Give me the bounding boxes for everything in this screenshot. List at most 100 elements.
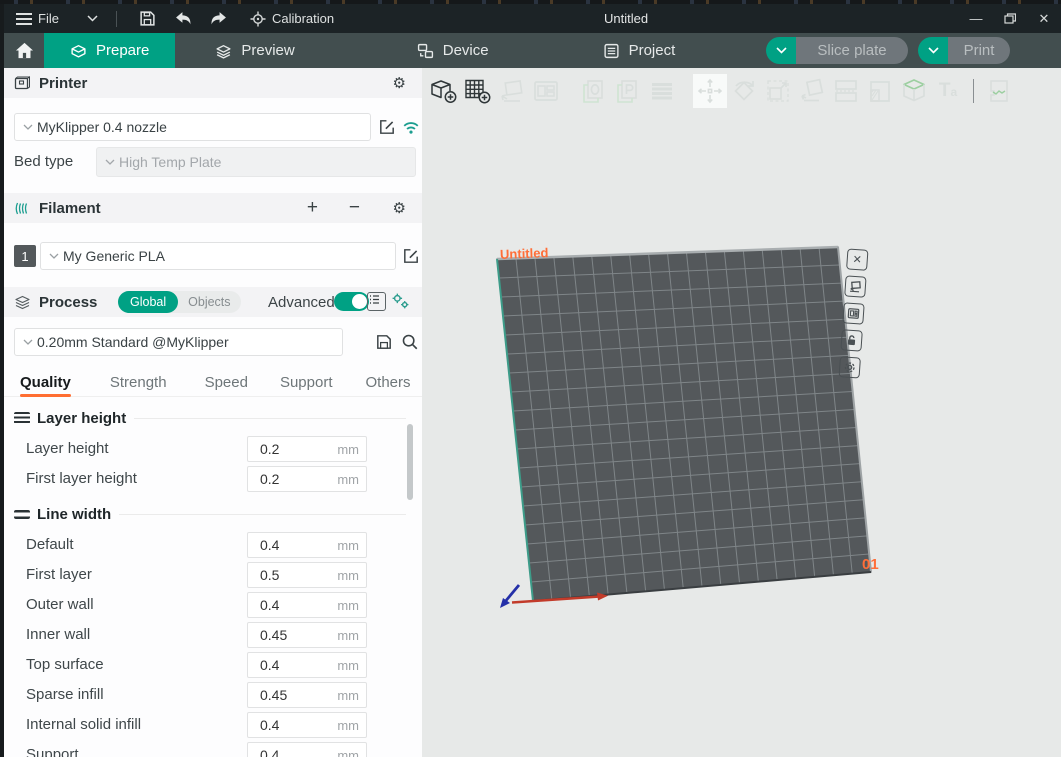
param-input[interactable] <box>248 653 333 677</box>
filament-gear-icon[interactable]: ⚙ <box>393 201 406 216</box>
advanced-toggle[interactable] <box>334 292 369 311</box>
redo-icon <box>210 11 227 26</box>
param-input[interactable] <box>248 683 333 707</box>
tab-project[interactable]: Project <box>577 33 702 68</box>
tab-preview[interactable]: Preview <box>189 33 320 68</box>
build-plate[interactable] <box>422 68 1061 757</box>
param-row: Outer wall mm <box>4 590 422 620</box>
slice-plate-label: Slice plate <box>796 37 908 64</box>
tab-speed[interactable]: Speed <box>205 368 248 397</box>
home-button[interactable] <box>4 33 44 68</box>
tab-project-label: Project <box>629 42 676 59</box>
maximize-button[interactable] <box>993 4 1027 33</box>
param-value-box: mm <box>247 436 367 462</box>
param-value-box: mm <box>247 562 367 588</box>
undo-button[interactable] <box>171 6 197 32</box>
hamburger-icon <box>16 13 32 25</box>
process-preset-combo[interactable]: 0.20mm Standard @MyKlipper <box>14 328 343 356</box>
calibration-label: Calibration <box>272 11 334 26</box>
chevron-down-icon <box>105 159 115 165</box>
bed-type-combo[interactable]: High Temp Plate <box>96 147 416 177</box>
minimize-button[interactable]: — <box>959 4 993 33</box>
process-icon <box>14 294 31 311</box>
param-groups: Layer height Layer height mm First layer… <box>4 398 422 757</box>
param-group-header: Line width <box>14 500 406 528</box>
filament-preset-combo[interactable]: My Generic PLA <box>40 242 396 270</box>
param-input[interactable] <box>248 467 333 491</box>
filament-preset-value: My Generic PLA <box>63 248 165 264</box>
param-label: Internal solid infill <box>26 716 141 733</box>
list-glyph <box>368 293 381 306</box>
tab-device-label: Device <box>443 42 489 59</box>
lock-icon <box>845 333 859 347</box>
arrange-plate-button[interactable] <box>844 275 866 297</box>
process-scope-toggle[interactable]: Global Objects <box>118 291 241 313</box>
tab-strength[interactable]: Strength <box>110 368 167 397</box>
param-input[interactable] <box>248 533 333 557</box>
calibration-button[interactable]: Calibration <box>242 4 342 33</box>
printer-preset-combo[interactable]: MyKlipper 0.4 nozzle <box>14 113 371 141</box>
printer-gear-icon[interactable]: ⚙ <box>393 76 406 91</box>
tab-device[interactable]: Device <box>391 33 515 68</box>
param-label: First layer <box>26 566 92 583</box>
param-row: Sparse infill mm <box>4 680 422 710</box>
param-input[interactable] <box>248 743 333 757</box>
sidebar-scrollbar[interactable] <box>407 424 413 500</box>
slice-dropdown-arrow[interactable] <box>766 37 796 64</box>
add-filament-button[interactable]: + <box>307 197 318 219</box>
viewport-3d[interactable]: Ta Untitled 01 <box>422 68 1061 757</box>
settings-gears-icon[interactable] <box>391 292 410 311</box>
param-input[interactable] <box>248 593 333 617</box>
prepare-icon <box>70 43 87 59</box>
plate-settings-button[interactable] <box>842 302 864 324</box>
file-menu[interactable]: File <box>8 4 106 33</box>
sidebar: Printer ⚙ MyKlipper 0.4 nozzle Bed type … <box>4 68 422 757</box>
titlebar: File Calibration Untitled — ✕ <box>4 4 1061 33</box>
filament-icon <box>14 200 31 217</box>
scope-global[interactable]: Global <box>118 291 178 313</box>
print-dropdown-arrow[interactable] <box>918 37 948 64</box>
print-button[interactable]: Print <box>918 37 1010 64</box>
param-input[interactable] <box>248 437 333 461</box>
parameter-table-icon[interactable] <box>367 292 386 311</box>
device-icon <box>417 43 434 59</box>
toggle-knob <box>352 294 367 309</box>
plate-settings-icon <box>847 307 861 321</box>
save-preset-icon[interactable] <box>375 333 393 351</box>
chevron-down-icon <box>928 47 939 54</box>
param-group-icon <box>14 412 30 424</box>
chevron-down-icon <box>776 47 787 54</box>
tab-quality[interactable]: Quality <box>20 368 71 397</box>
plate-gear-button[interactable] <box>839 356 861 378</box>
param-row: Top surface mm <box>4 650 422 680</box>
lock-plate-button[interactable] <box>840 329 862 351</box>
param-unit: mm <box>337 628 359 643</box>
remove-filament-button[interactable]: − <box>349 197 360 219</box>
param-input[interactable] <box>248 623 333 647</box>
param-row: Inner wall mm <box>4 620 422 650</box>
edit-printer-icon[interactable] <box>378 118 396 136</box>
tab-support[interactable]: Support <box>280 368 333 397</box>
edit-filament-icon[interactable] <box>402 247 420 265</box>
param-input[interactable] <box>248 713 333 737</box>
delete-plate-button[interactable]: ✕ <box>846 248 868 270</box>
filament-slot-badge[interactable]: 1 <box>14 245 36 267</box>
project-icon <box>603 43 620 59</box>
search-icon[interactable] <box>401 333 419 351</box>
redo-button[interactable] <box>206 6 232 32</box>
maximize-icon <box>1004 13 1016 24</box>
save-button[interactable] <box>135 6 161 32</box>
chevron-down-icon <box>87 15 98 22</box>
wifi-connect-icon[interactable] <box>402 118 420 136</box>
app-window: File Calibration Untitled — ✕ <box>0 0 1061 757</box>
tab-others[interactable]: Others <box>366 368 411 397</box>
param-label: Sparse infill <box>26 686 104 703</box>
titlebar-separator <box>116 11 117 27</box>
param-input[interactable] <box>248 563 333 587</box>
param-row: Support mm <box>4 740 422 757</box>
scope-objects[interactable]: Objects <box>178 295 240 309</box>
close-button[interactable]: ✕ <box>1027 4 1061 33</box>
param-row: Layer height mm <box>4 434 422 464</box>
tab-prepare[interactable]: Prepare <box>44 33 175 68</box>
slice-plate-button[interactable]: Slice plate <box>766 37 908 64</box>
